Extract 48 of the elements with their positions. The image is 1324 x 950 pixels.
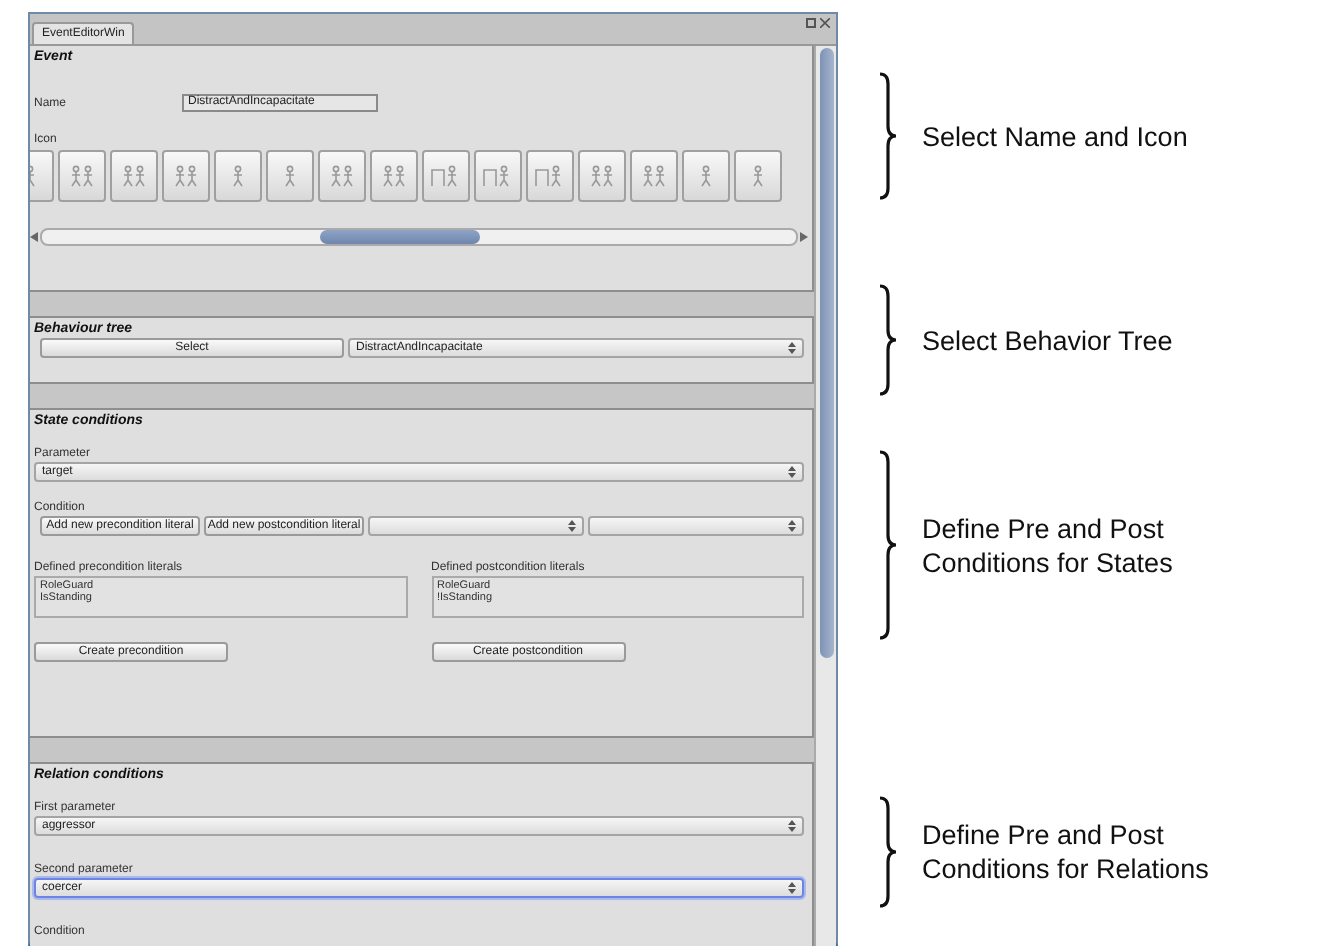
updown-arrow-icon bbox=[788, 466, 796, 478]
brace-icon bbox=[878, 796, 898, 908]
icon-tile[interactable] bbox=[630, 150, 678, 202]
close-icon[interactable] bbox=[820, 18, 830, 28]
dropdown[interactable] bbox=[588, 516, 804, 536]
horizontal-scrollbar[interactable] bbox=[30, 228, 808, 246]
icon-tile[interactable] bbox=[370, 150, 418, 202]
icon-tile[interactable] bbox=[682, 150, 730, 202]
updown-arrow-icon bbox=[568, 520, 576, 532]
annotation-text: Select Name and Icon bbox=[922, 119, 1188, 153]
annotation-text: Conditions for States bbox=[922, 545, 1173, 579]
vertical-scrollbar[interactable] bbox=[814, 46, 836, 946]
annotation-text: Define Pre and Post bbox=[922, 818, 1166, 852]
icon-tile[interactable] bbox=[578, 150, 626, 202]
dropdown[interactable] bbox=[368, 516, 584, 536]
sketch-icon bbox=[534, 164, 566, 188]
brace-icon bbox=[878, 450, 898, 640]
sketch-icon bbox=[378, 164, 410, 188]
icon-tile[interactable] bbox=[422, 150, 470, 202]
icon-tile[interactable] bbox=[526, 150, 574, 202]
icon-tile[interactable] bbox=[474, 150, 522, 202]
updown-arrow-icon bbox=[788, 820, 796, 832]
annotation-text: Conditions for Relations bbox=[922, 852, 1209, 886]
brace-icon bbox=[878, 72, 898, 200]
sketch-icon bbox=[586, 164, 618, 188]
icon-tile[interactable] bbox=[58, 150, 106, 202]
right-arrow-icon[interactable] bbox=[800, 232, 808, 242]
sketch-icon bbox=[118, 164, 150, 188]
annotation-text: Define Pre and Post bbox=[922, 511, 1166, 545]
sketch-icon bbox=[638, 164, 670, 188]
brace-icon bbox=[878, 284, 898, 396]
maximize-icon[interactable] bbox=[806, 18, 816, 28]
updown-arrow-icon bbox=[788, 342, 796, 354]
icon-tile[interactable] bbox=[318, 150, 366, 202]
icon-tile[interactable] bbox=[734, 150, 782, 202]
updown-arrow-icon bbox=[788, 520, 796, 532]
icon-tile[interactable] bbox=[162, 150, 210, 202]
sketch-icon bbox=[66, 164, 98, 188]
icon-tile[interactable] bbox=[266, 150, 314, 202]
sketch-icon bbox=[326, 164, 358, 188]
icon-tile[interactable] bbox=[110, 150, 158, 202]
updown-arrow-icon bbox=[788, 882, 796, 894]
sketch-icon bbox=[482, 164, 514, 188]
icon-tile[interactable] bbox=[214, 150, 262, 202]
sketch-icon bbox=[170, 164, 202, 188]
annotation-text: Select Behavior Tree bbox=[922, 323, 1173, 357]
left-arrow-icon[interactable] bbox=[30, 232, 38, 242]
sketch-icon bbox=[430, 164, 462, 188]
